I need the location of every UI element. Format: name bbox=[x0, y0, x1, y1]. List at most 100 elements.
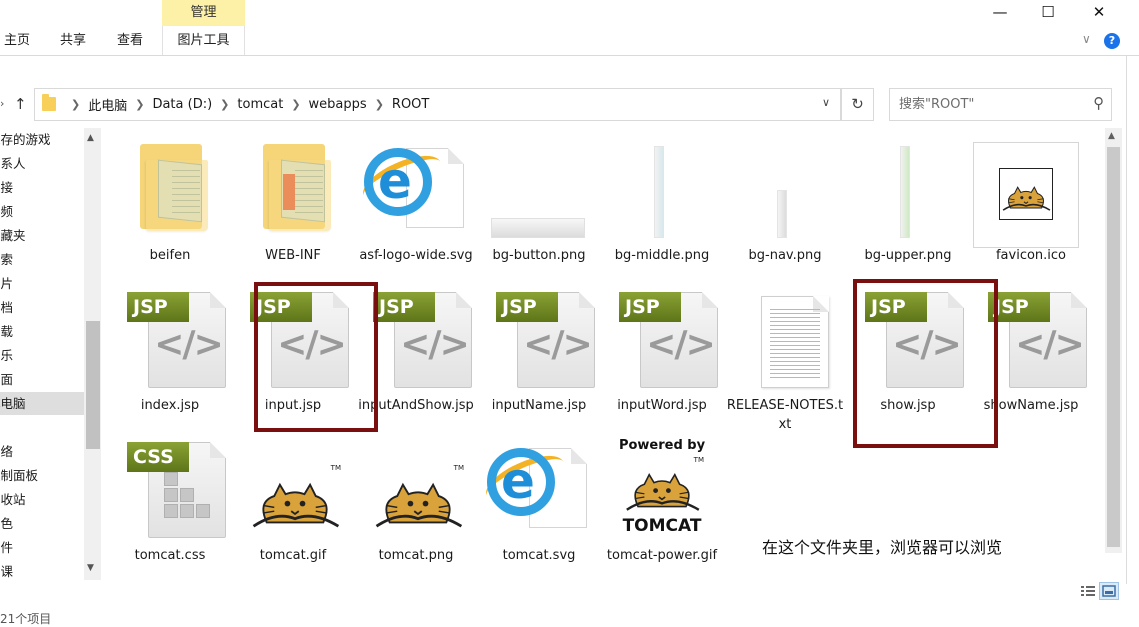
tab-home[interactable]: 主页 bbox=[4, 26, 30, 56]
jsp-badge: JSP bbox=[496, 292, 558, 322]
file-item[interactable]: beifen bbox=[110, 134, 230, 284]
file-thumbnail bbox=[848, 134, 968, 244]
help-button[interactable]: ? bbox=[1104, 33, 1120, 49]
code-icon: </> bbox=[154, 324, 223, 365]
close-button[interactable]: ✕ bbox=[1076, 0, 1122, 24]
file-item[interactable]: JSP </> index.jsp bbox=[110, 284, 230, 434]
crumb-root[interactable]: ROOT bbox=[392, 97, 429, 112]
file-thumbnail bbox=[602, 134, 722, 244]
nav-back-icon[interactable]: › bbox=[0, 97, 4, 110]
file-name: RELEASE-NOTES.txt bbox=[726, 398, 844, 432]
sidebar-item[interactable] bbox=[0, 416, 84, 439]
search-icon[interactable]: ⚲ bbox=[1093, 94, 1104, 112]
favicon-frame bbox=[999, 168, 1053, 220]
sidebar-item[interactable]: 搜索 bbox=[0, 248, 84, 271]
jsp-badge: JSP bbox=[127, 292, 189, 322]
chevron-right-icon[interactable]: ❯ bbox=[375, 98, 384, 111]
file-thumbnail bbox=[971, 134, 1091, 248]
file-name: tomcat.svg bbox=[502, 548, 576, 563]
crumb-this-pc[interactable]: 此电脑 bbox=[88, 95, 127, 114]
file-thumbnail bbox=[725, 134, 845, 244]
file-item[interactable]: Powered by TM TOMCAT tomcat-power.gif bbox=[602, 434, 722, 584]
chevron-right-icon[interactable]: ❯ bbox=[135, 98, 144, 111]
tomcat-logo-icon bbox=[1002, 186, 1051, 211]
ribbon: 主页 共享 查看 管理 图片工具 bbox=[0, 0, 1139, 56]
jsp-badge: JSP bbox=[619, 292, 681, 322]
file-item[interactable]: JSP </> inputName.jsp bbox=[479, 284, 599, 434]
address-bar[interactable]: ❯ 此电脑 ❯ Data (D:) ❯ tomcat ❯ webapps ❯ R… bbox=[34, 88, 841, 121]
sidebar-item[interactable]: 收藏夹 bbox=[0, 224, 84, 247]
sidebar-item[interactable]: 链接 bbox=[0, 176, 84, 199]
chevron-right-icon[interactable]: ❯ bbox=[220, 98, 229, 111]
sidebar-item[interactable]: 桌面 bbox=[0, 368, 84, 391]
image-thumbnail bbox=[777, 190, 787, 238]
navigation-pane: 保存的游戏联系人链接视频收藏夹搜索图片文档下载音乐桌面此电脑网络控制面板回收站颜… bbox=[0, 128, 102, 583]
minimize-button[interactable]: — bbox=[977, 0, 1023, 24]
sidebar-item[interactable]: 控制面板 bbox=[0, 464, 84, 487]
trademark-mark: TM bbox=[330, 464, 341, 472]
file-thumbnail: JSP </> bbox=[479, 284, 599, 394]
sidebar-item[interactable]: 音乐 bbox=[0, 344, 84, 367]
chevron-right-icon[interactable]: ❯ bbox=[291, 98, 300, 111]
crumb-tomcat[interactable]: tomcat bbox=[237, 97, 283, 112]
sidebar-item[interactable]: 颜色 bbox=[0, 512, 84, 535]
scroll-up-icon[interactable]: ▲ bbox=[1108, 131, 1115, 141]
sidebar-item[interactable]: 下载 bbox=[0, 320, 84, 343]
sidebar-item[interactable]: 联系人 bbox=[0, 152, 84, 175]
sidebar-item[interactable]: 网络 bbox=[0, 440, 84, 463]
chevron-down-icon[interactable]: ∨ bbox=[1082, 32, 1091, 46]
file-thumbnail: TM bbox=[356, 434, 476, 544]
search-input[interactable] bbox=[890, 89, 1080, 120]
search-box[interactable]: ⚲ bbox=[889, 88, 1112, 121]
sidebar-item[interactable]: 文件 bbox=[0, 536, 84, 559]
sidebar-item[interactable]: 家课 bbox=[0, 560, 84, 583]
file-item[interactable]: CSS tomcat.css bbox=[110, 434, 230, 584]
crumb-webapps[interactable]: webapps bbox=[309, 97, 367, 112]
file-item[interactable]: favicon.ico bbox=[971, 134, 1091, 284]
sidebar-item[interactable]: 保存的游戏 bbox=[0, 128, 84, 151]
file-item[interactable]: TM tomcat.gif bbox=[233, 434, 353, 584]
tab-view[interactable]: 查看 bbox=[117, 26, 143, 56]
file-item[interactable]: bg-button.png bbox=[479, 134, 599, 284]
file-item[interactable]: RELEASE-NOTES.txt bbox=[725, 284, 845, 434]
tab-picture-tools[interactable]: 图片工具 bbox=[162, 26, 245, 56]
chevron-down-icon[interactable]: ∨ bbox=[822, 96, 830, 109]
file-name: WEB-INF bbox=[265, 248, 321, 263]
file-item[interactable]: TM tomcat.png bbox=[356, 434, 476, 584]
up-arrow-icon[interactable]: ↑ bbox=[14, 95, 27, 113]
crumb-data-drive[interactable]: Data (D:) bbox=[152, 97, 212, 112]
trademark-mark: TM bbox=[693, 456, 704, 464]
breadcrumb: ❯ 此电脑 ❯ Data (D:) ❯ tomcat ❯ webapps ❯ R… bbox=[63, 89, 429, 120]
image-thumbnail bbox=[973, 142, 1079, 248]
large-icons-view-button[interactable] bbox=[1099, 582, 1119, 600]
file-item[interactable]: WEB-INF bbox=[233, 134, 353, 284]
contextual-group-manage: 管理 bbox=[162, 0, 245, 26]
sidebar-item[interactable]: 视频 bbox=[0, 200, 84, 223]
file-item[interactable]: bg-middle.png bbox=[602, 134, 722, 284]
file-thumbnail: e bbox=[356, 134, 476, 244]
file-name: inputName.jsp bbox=[491, 398, 587, 413]
image-thumbnail bbox=[491, 218, 585, 238]
details-view-icon bbox=[1081, 586, 1095, 596]
trademark-mark: TM bbox=[453, 464, 464, 472]
refresh-button[interactable]: ↻ bbox=[841, 88, 874, 121]
sidebar-item[interactable]: 文档 bbox=[0, 296, 84, 319]
file-item[interactable]: e asf-logo-wide.svg bbox=[356, 134, 476, 284]
maximize-button[interactable]: ☐ bbox=[1025, 0, 1071, 24]
scroll-up-icon[interactable]: ▲ bbox=[87, 133, 94, 143]
image-thumbnail: TM bbox=[370, 464, 466, 530]
content-scroll-thumb[interactable] bbox=[1107, 147, 1120, 547]
scroll-down-icon[interactable]: ▼ bbox=[87, 563, 94, 573]
sidebar-item[interactable]: 图片 bbox=[0, 272, 84, 295]
image-thumbnail bbox=[900, 146, 910, 238]
file-thumbnail: CSS bbox=[110, 434, 230, 544]
details-view-button[interactable] bbox=[1078, 582, 1098, 600]
tab-share[interactable]: 共享 bbox=[60, 26, 86, 56]
sidebar-item[interactable]: 此电脑 bbox=[0, 392, 84, 415]
file-item[interactable]: bg-nav.png bbox=[725, 134, 845, 284]
file-item[interactable]: e tomcat.svg bbox=[479, 434, 599, 584]
file-item[interactable]: JSP </> inputWord.jsp bbox=[602, 284, 722, 434]
file-item[interactable]: bg-upper.png bbox=[848, 134, 968, 284]
sidebar-item[interactable]: 回收站 bbox=[0, 488, 84, 511]
sidebar-scroll-thumb[interactable] bbox=[86, 321, 100, 449]
